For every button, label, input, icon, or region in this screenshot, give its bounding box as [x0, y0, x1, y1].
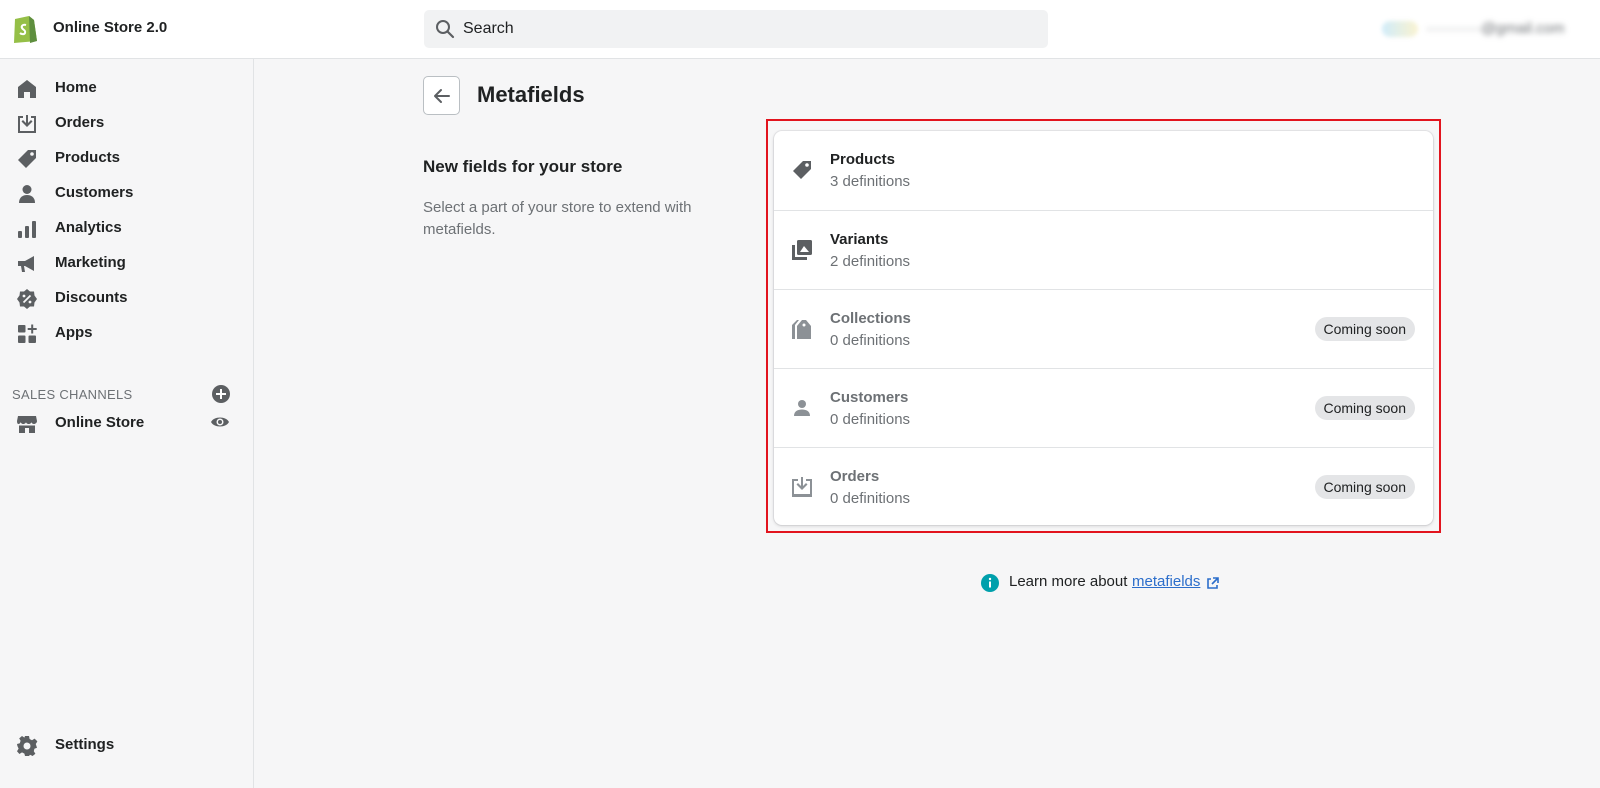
megaphone-icon	[18, 256, 34, 272]
arrow-left-icon	[434, 89, 450, 103]
orders-icon	[18, 115, 36, 133]
sidebar-item-products[interactable]: Products	[0, 140, 253, 176]
account-menu[interactable]: ···········@gmail.com	[1382, 19, 1587, 39]
sidebar-item-label: Settings	[55, 736, 115, 753]
row-subtitle: 0 definitions	[830, 490, 911, 507]
search-placeholder: Search	[463, 20, 514, 37]
sidebar-item-label: Home	[55, 79, 97, 96]
list-item-variants[interactable]: Variants 2 definitions	[774, 210, 1433, 289]
row-subtitle: 0 definitions	[830, 411, 911, 428]
orders-icon	[792, 477, 812, 497]
top-bar: Online Store 2.0 Search ···········@gmai…	[0, 0, 1600, 59]
shopify-logo-icon[interactable]	[11, 12, 38, 43]
variants-icon	[792, 240, 812, 260]
sales-channels-title: SALES CHANNELS	[12, 387, 133, 402]
avatar	[1382, 21, 1418, 37]
info-icon	[981, 574, 999, 592]
sidebar-item-customers[interactable]: Customers	[0, 175, 253, 211]
store-icon	[17, 416, 37, 433]
row-subtitle: 2 definitions	[830, 253, 911, 270]
account-email: ···········@gmail.com	[1426, 20, 1565, 37]
search-input[interactable]: Search	[424, 10, 1048, 48]
back-button[interactable]	[423, 76, 460, 115]
sidebar: Home Orders Products Customers Analytics…	[0, 59, 254, 788]
bar-chart-icon	[18, 221, 36, 238]
sidebar-item-label: Products	[55, 149, 121, 166]
sidebar-item-label: Discounts	[55, 289, 128, 306]
list-item-customers[interactable]: Customers 0 definitions Coming soon	[774, 368, 1433, 447]
external-link-icon[interactable]	[1206, 577, 1219, 590]
row-subtitle: 3 definitions	[830, 173, 911, 190]
row-title: Customers	[830, 389, 909, 406]
list-item-collections[interactable]: Collections 0 definitions Coming soon	[774, 289, 1433, 368]
sidebar-item-label: Orders	[55, 114, 105, 131]
section-description: Select a part of your store to extend wi…	[423, 199, 692, 238]
person-icon	[794, 400, 810, 416]
page-title: Metafields	[477, 82, 585, 107]
row-title: Orders	[830, 468, 880, 485]
sidebar-item-label: Online Store	[55, 414, 145, 431]
apps-icon	[18, 324, 37, 343]
gear-icon	[17, 736, 38, 756]
section-heading: New fields for your store	[423, 157, 623, 176]
collections-icon	[792, 320, 811, 339]
tag-icon	[793, 161, 811, 179]
status-badge: Coming soon	[1314, 396, 1415, 420]
row-title: Collections	[830, 310, 911, 327]
person-icon	[19, 185, 35, 203]
sidebar-item-home[interactable]: Home	[0, 70, 253, 106]
sidebar-item-apps[interactable]: Apps	[0, 315, 253, 351]
sidebar-item-label: Marketing	[55, 254, 126, 271]
sidebar-item-orders[interactable]: Orders	[0, 105, 253, 141]
row-title: Variants	[830, 231, 889, 248]
store-name[interactable]: Online Store 2.0	[53, 19, 167, 36]
metafields-card: Products 3 definitions Variants 2 defini…	[774, 131, 1433, 525]
learn-more-text: Learn more about	[1009, 573, 1128, 590]
discount-icon	[17, 289, 37, 309]
sidebar-item-label: Analytics	[55, 219, 122, 236]
tag-icon	[18, 150, 36, 168]
sidebar-item-label: Customers	[55, 184, 134, 201]
add-channel-icon[interactable]	[211, 384, 231, 404]
search-icon	[436, 20, 455, 39]
list-item-orders[interactable]: Orders 0 definitions Coming soon	[774, 447, 1433, 525]
row-subtitle: 0 definitions	[830, 332, 911, 349]
row-title: Products	[830, 151, 896, 168]
home-icon	[18, 80, 36, 98]
status-badge: Coming soon	[1314, 475, 1415, 499]
sidebar-item-analytics[interactable]: Analytics	[0, 210, 253, 246]
sidebar-item-settings[interactable]: Settings	[0, 727, 253, 763]
sidebar-item-marketing[interactable]: Marketing	[0, 245, 253, 281]
status-badge: Coming soon	[1314, 317, 1415, 341]
sidebar-item-online-store[interactable]: Online Store	[0, 405, 253, 441]
metafields-link[interactable]: metafields	[1132, 573, 1200, 590]
eye-icon[interactable]	[210, 414, 230, 430]
list-item-products[interactable]: Products 3 definitions	[774, 131, 1433, 210]
sidebar-item-label: Apps	[55, 324, 93, 341]
sidebar-item-discounts[interactable]: Discounts	[0, 280, 253, 316]
